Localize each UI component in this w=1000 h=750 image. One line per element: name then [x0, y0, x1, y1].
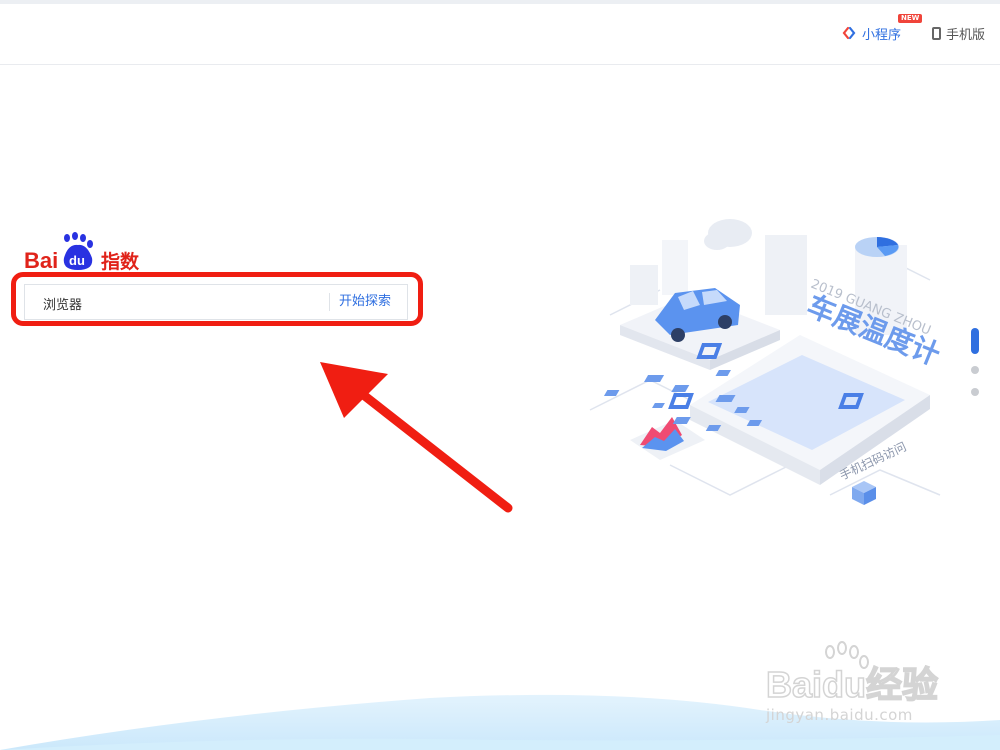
baidu-index-logo[interactable]: Bai du 指数 [24, 232, 144, 272]
carousel-dot-2[interactable] [971, 366, 979, 374]
small-cube-icon [852, 481, 876, 505]
red-arrow-icon [320, 362, 513, 513]
mobile-version-label: 手机版 [946, 27, 986, 43]
cloud-icon [704, 219, 752, 250]
mobile-version-link[interactable]: 手机版 [932, 23, 985, 43]
carousel-dot-3[interactable] [971, 388, 979, 396]
phone-icon [932, 26, 941, 40]
mini-program-label: 小程序 [862, 27, 902, 43]
watermark-url: jingyan.baidu.com [766, 706, 913, 724]
red-highlight-box [11, 272, 423, 326]
logo-text-du: du [69, 253, 85, 268]
mini-program-icon [842, 26, 856, 40]
carousel-dot-1[interactable] [971, 328, 979, 354]
watermark-brand: Baidu经验 [766, 664, 938, 705]
logo-text-bai: Bai [24, 248, 58, 272]
chart-platform [630, 417, 705, 460]
logo-text-zhishu: 指数 [101, 250, 140, 272]
mini-program-link[interactable]: 小程序 [842, 23, 901, 43]
auto-show-illustration: 2019 GUANG ZHOU 车展温度计 手机扫码访问 [589, 219, 945, 505]
pie-chart-icon [855, 237, 899, 257]
carousel-indicator [971, 328, 983, 400]
new-badge: NEW [898, 14, 923, 23]
